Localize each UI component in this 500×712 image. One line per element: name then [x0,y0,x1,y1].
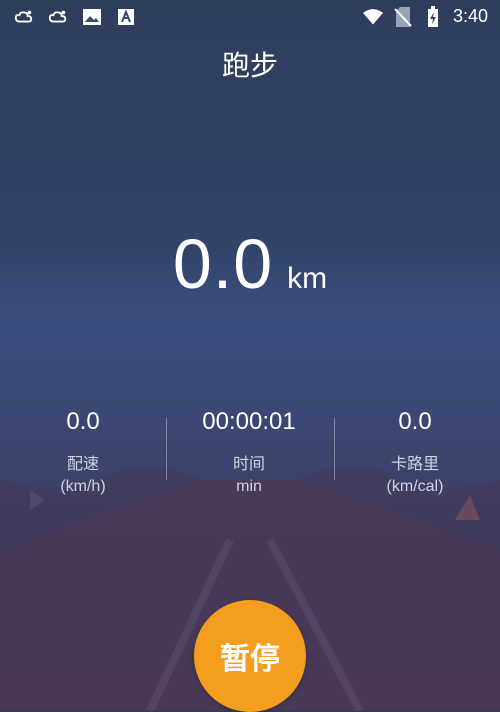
stat-divider [166,418,167,480]
stat-time: 00:00:01 时间 min [166,408,332,498]
battery-charging-icon [423,5,443,27]
wifi-icon [362,7,383,27]
cloud-sun-icon [48,7,68,27]
time-label: 时间 [232,454,265,473]
cloud-sun-icon [14,7,34,27]
pace-unit: (km/h) [60,478,106,495]
distance-unit: km [287,262,328,295]
stat-pace: 0.0 配速 (km/h) [0,408,166,498]
pause-button[interactable]: 暂停 [194,600,306,712]
status-bar: 3:40 [0,0,500,34]
pace-label: 配速 [66,454,99,473]
no-sim-icon [393,6,413,27]
calories-label: 卡路里 [390,454,439,473]
calories-unit: (km/cal) [386,478,444,495]
distance-display: 0.0 km [0,224,500,304]
distance-value: 0.0 [172,225,274,303]
pace-value: 0.0 [66,408,100,435]
stat-calories: 0.0 卡路里 (km/cal) [332,408,498,498]
app-a-icon [116,7,136,27]
image-icon [82,7,102,27]
page-title: 跑步 [221,49,278,82]
calories-value: 0.0 [398,408,432,435]
status-time: 3:40 [452,6,488,26]
time-unit: min [236,478,262,495]
time-value: 00:00:01 [202,408,296,435]
stats-row: 0.0 配速 (km/h) 00:00:01 时间 min 0.0 卡路里 (k… [0,408,500,498]
stat-divider [334,418,335,480]
